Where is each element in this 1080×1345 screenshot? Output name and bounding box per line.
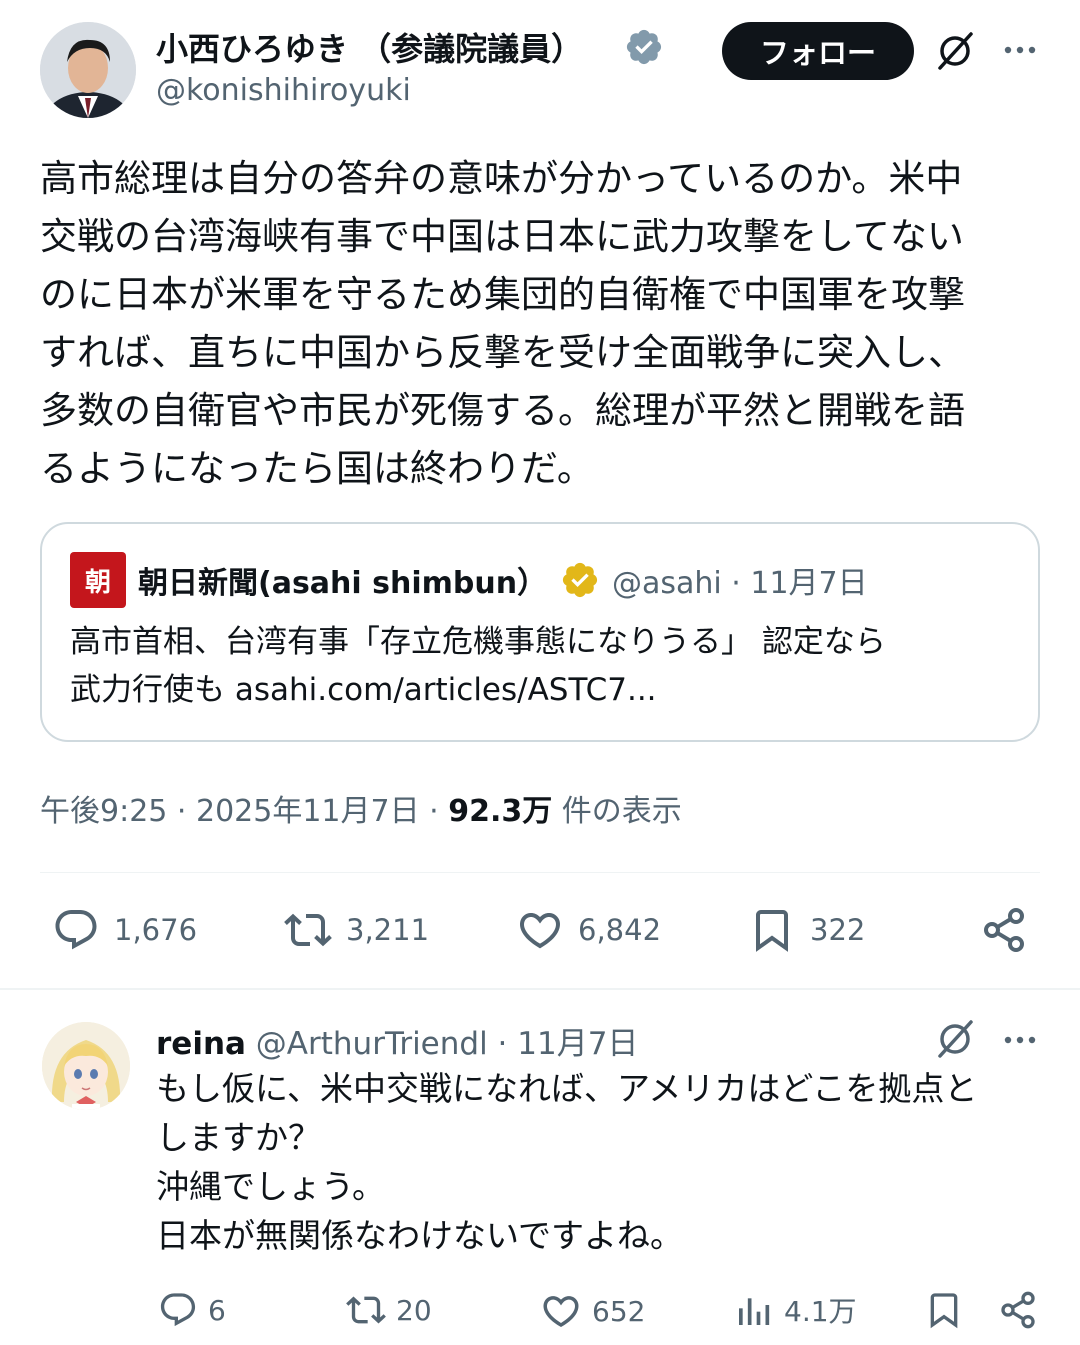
bookmark-count: 322 <box>810 913 866 947</box>
post-text-line: るようになったら国は終わりだ。 <box>40 447 594 490</box>
verified-badge-icon <box>624 27 664 67</box>
post-text-line: のに日本が米軍を守るため集団的自衛権で中国軍を攻撃 <box>40 273 965 316</box>
grok-icon[interactable] <box>934 30 976 72</box>
section-divider <box>0 988 1080 990</box>
share-button[interactable] <box>980 906 1028 954</box>
bookmark-icon <box>756 910 788 952</box>
reply-handle-date[interactable]: @ArthurTriendl · 11月7日 <box>246 1026 639 1062</box>
reply-views-button[interactable]: 4.1万 <box>734 1290 857 1330</box>
repost-count: 3,211 <box>346 913 430 947</box>
reply-author-name[interactable]: reina <box>156 1026 246 1062</box>
bookmark-button[interactable]: 322 <box>748 906 865 954</box>
quoted-handle-date: @asahi · 11月7日 <box>612 566 868 601</box>
reply-header: reina @ArthurTriendl · 11月7日 <box>156 1018 638 1063</box>
reply-count: 1,676 <box>114 913 198 947</box>
more-dots-icon[interactable] <box>1002 30 1038 70</box>
reply-share-button[interactable] <box>998 1290 1038 1330</box>
reply-text-line: 日本が無関係なわけないですよね。 <box>156 1216 684 1255</box>
post-text-line: 多数の自衛官や市民が死傷する。総理が平然と開戦を語 <box>40 389 965 432</box>
author-handle[interactable]: @konishihiroyuki <box>156 73 411 108</box>
views-label: 件の表示 <box>552 794 682 829</box>
heart-icon <box>543 1296 579 1328</box>
reply-like-count: 652 <box>592 1294 646 1328</box>
post-meta: 午後9:25 · 2025年11月7日 · 92.3万 件の表示 <box>40 786 682 830</box>
post-text-line: 交戦の台湾海峡有事で中国は日本に武力攻撃をしてない <box>40 215 964 258</box>
reply-text: もし仮に、米中交戦になれば、アメリカはどこを拠点と しますか？ 沖縄でしょう。 … <box>156 1064 1056 1260</box>
asahi-logo: 朝 <box>70 552 126 608</box>
quoted-text: 高市首相、台湾有事「存立危機事態になりうる」 認定なら 武力行使も asahi.… <box>70 618 1020 714</box>
post-timestamp[interactable]: 午後9:25 · 2025年11月7日 · <box>40 794 448 829</box>
reply-text-line: 沖縄でしょう。 <box>156 1167 386 1206</box>
post-text: 高市総理は自分の答弁の意味が分かっているのか。米中 交戦の台湾海峡有事で中国は日… <box>40 150 1050 498</box>
quoted-text-line[interactable]: 武力行使も asahi.com/articles/ASTC7... <box>70 666 1020 714</box>
quoted-post-card[interactable]: 朝 朝日新聞(asahi shimbun） @asahi · 11月7日 高市首… <box>40 522 1040 742</box>
follow-button[interactable]: フォロー <box>722 22 914 80</box>
like-button[interactable]: 6,842 <box>516 906 661 954</box>
reply-bubble-icon <box>160 1293 196 1327</box>
heart-icon <box>519 913 561 949</box>
reply-button[interactable]: 1,676 <box>52 906 197 954</box>
author-name[interactable]: 小西ひろゆき （参議院議員） <box>156 24 583 70</box>
verified-gold-badge-icon <box>560 560 600 600</box>
divider <box>40 872 1040 873</box>
views-count: 92.3万 <box>448 794 553 829</box>
grok-icon[interactable] <box>934 1018 976 1060</box>
author-avatar[interactable] <box>40 22 136 118</box>
reply-repost-count: 20 <box>396 1293 432 1327</box>
reply-repost-button[interactable]: 20 <box>346 1290 432 1330</box>
reply-text-line: もし仮に、米中交戦になれば、アメリカはどこを拠点と <box>156 1069 978 1108</box>
repost-icon <box>346 1296 386 1324</box>
like-count: 6,842 <box>578 913 662 947</box>
reply-bookmark-button[interactable] <box>924 1290 964 1330</box>
reply-bubble-icon <box>55 910 97 950</box>
reply-text-line: しますか？ <box>156 1118 321 1157</box>
share-icon <box>984 908 1024 952</box>
views-chart-icon <box>739 1298 770 1325</box>
bookmark-icon <box>930 1293 958 1329</box>
more-dots-icon[interactable] <box>1002 1020 1038 1060</box>
repost-icon <box>284 913 332 947</box>
reply-like-button[interactable]: 652 <box>540 1290 645 1332</box>
reply-reply-button[interactable]: 6 <box>158 1290 226 1330</box>
post-text-line: すれば、直ちに中国から反撃を受け全面戦争に突入し、 <box>40 331 965 374</box>
reply-avatar[interactable] <box>42 1022 130 1110</box>
post-text-line: 高市総理は自分の答弁の意味が分かっているのか。米中 <box>40 157 963 200</box>
repost-button[interactable]: 3,211 <box>284 906 429 954</box>
quoted-text-line: 高市首相、台湾有事「存立危機事態になりうる」 認定なら <box>70 624 886 660</box>
reply-views-count: 4.1万 <box>784 1295 857 1328</box>
share-icon <box>1001 1291 1035 1329</box>
reply-reply-count: 6 <box>208 1293 226 1327</box>
quoted-author-name: 朝日新聞(asahi shimbun） <box>138 566 548 601</box>
